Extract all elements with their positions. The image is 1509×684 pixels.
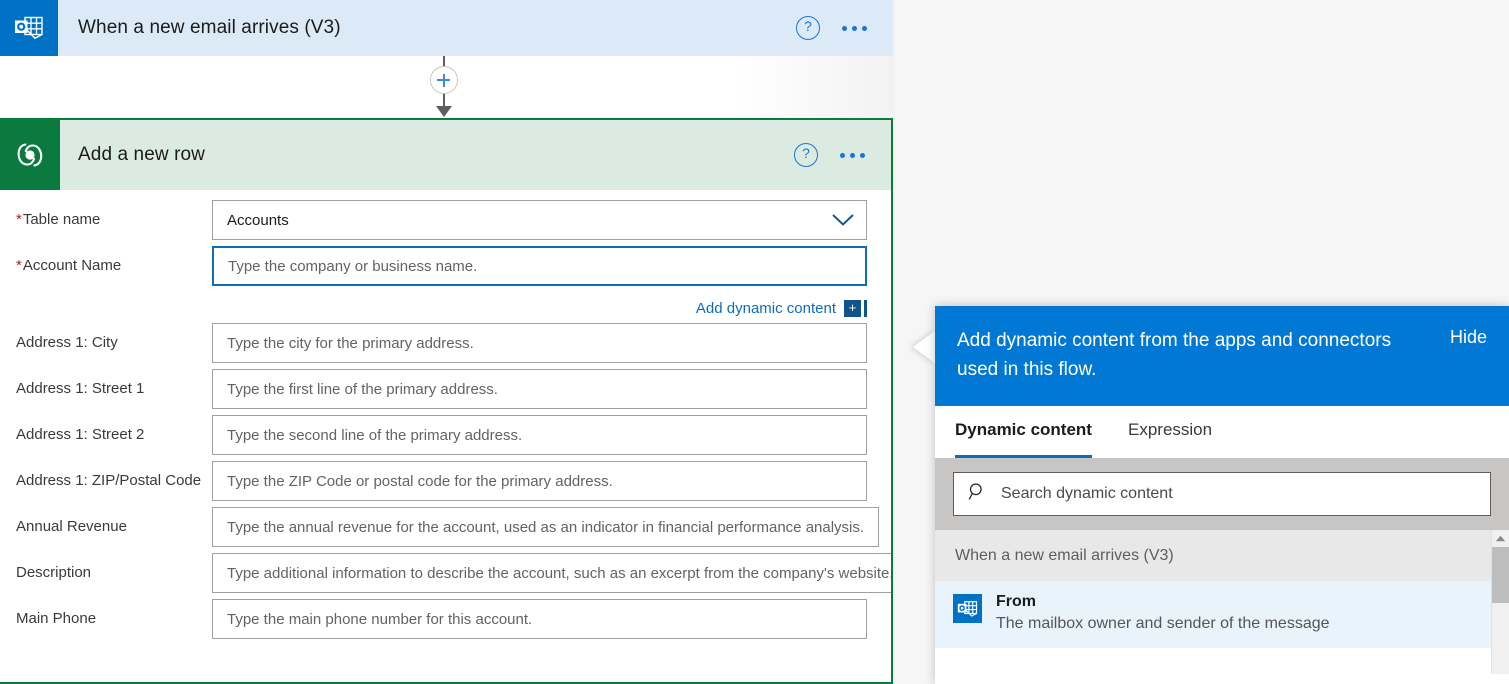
field-label-annual-revenue: Annual Revenue	[16, 507, 212, 537]
search-icon	[968, 482, 987, 506]
list-item-description: The mailbox owner and sender of the mess…	[996, 612, 1330, 636]
address-street-2-input[interactable]: Type the second line of the primary addr…	[212, 415, 867, 455]
field-control: Type the first line of the primary addre…	[212, 369, 867, 409]
form-row: Address 1: City Type the city for the pr…	[0, 323, 891, 363]
flyout-header-text: Add dynamic content from the apps and co…	[957, 326, 1412, 384]
form-row: Description Type additional information …	[0, 553, 891, 593]
field-label-address-city: Address 1: City	[16, 323, 212, 353]
dataverse-icon	[0, 120, 60, 190]
form-row: *Table name Accounts	[0, 200, 891, 240]
flow-canvas: When a new email arrives (V3) ?	[0, 0, 895, 684]
dynamic-content-flyout: Add dynamic content from the apps and co…	[935, 306, 1509, 684]
field-label-address-street-2: Address 1: Street 2	[16, 415, 212, 445]
search-zone: Search dynamic content	[935, 458, 1509, 530]
step-connector	[430, 56, 458, 120]
field-control: Type the ZIP Code or postal code for the…	[212, 461, 867, 501]
add-step-icon[interactable]	[430, 66, 458, 94]
main-phone-input[interactable]: Type the main phone number for this acco…	[212, 599, 867, 639]
field-control: Type the city for the primary address.	[212, 323, 867, 363]
action-card-title: Add a new row	[60, 144, 794, 166]
connector-arrow-icon	[436, 106, 452, 117]
field-control: Type additional information to describe …	[212, 553, 891, 593]
field-control: Type the company or business name.	[212, 246, 867, 286]
action-card-header[interactable]: Add a new row ?	[0, 120, 891, 190]
field-control: Type the main phone number for this acco…	[212, 599, 867, 639]
tab-dynamic-content[interactable]: Dynamic content	[955, 420, 1092, 458]
flyout-header: Add dynamic content from the apps and co…	[935, 306, 1509, 406]
search-box[interactable]: Search dynamic content	[953, 472, 1491, 516]
dynamic-content-list: When a new email arrives (V3)	[935, 530, 1509, 648]
add-dynamic-content-plus-icon[interactable]: +	[844, 300, 861, 317]
form-row: Address 1: ZIP/Postal Code Type the ZIP …	[0, 461, 891, 501]
scrollbar-thumb[interactable]	[1492, 547, 1509, 603]
flyout-pointer-icon	[913, 330, 936, 364]
form-row: Address 1: Street 1 Type the first line …	[0, 369, 891, 409]
required-marker: *	[16, 211, 22, 228]
address-city-input[interactable]: Type the city for the primary address.	[212, 323, 867, 363]
action-form: *Table name Accounts *Account Name Type …	[0, 190, 891, 684]
field-control: Type the second line of the primary addr…	[212, 415, 867, 455]
form-row: Annual Revenue Type the annual revenue f…	[0, 507, 891, 547]
list-item-title: From	[996, 591, 1330, 612]
field-label-main-phone: Main Phone	[16, 599, 212, 629]
more-options-icon[interactable]	[842, 26, 867, 31]
trigger-card[interactable]: When a new email arrives (V3) ?	[0, 0, 893, 56]
trigger-card-title: When a new email arrives (V3)	[58, 17, 796, 39]
address-zip-input[interactable]: Type the ZIP Code or postal code for the…	[212, 461, 867, 501]
description-input[interactable]: Type additional information to describe …	[212, 553, 891, 593]
add-dynamic-content-link[interactable]: Add dynamic content	[696, 300, 836, 317]
vertical-scrollbar[interactable]	[1491, 530, 1509, 674]
form-row: Address 1: Street 2 Type the second line…	[0, 415, 891, 455]
action-card-actions: ?	[794, 143, 891, 167]
dynamic-content-group-header: When a new email arrives (V3)	[935, 530, 1509, 581]
add-dynamic-content-row: Add dynamic content +	[0, 292, 891, 321]
outlook-icon	[953, 594, 982, 623]
add-dynamic-content-caret-icon	[864, 300, 867, 317]
tab-expression[interactable]: Expression	[1128, 420, 1212, 458]
list-item-text: From The mailbox owner and sender of the…	[996, 591, 1330, 636]
action-card: Add a new row ? *Table name Accounts	[0, 118, 893, 684]
help-icon[interactable]: ?	[796, 16, 820, 40]
field-label-address-zip: Address 1: ZIP/Postal Code	[16, 461, 212, 491]
field-control: Type the annual revenue for the account,…	[212, 507, 879, 547]
account-name-input[interactable]: Type the company or business name.	[212, 246, 867, 286]
scroll-up-icon[interactable]	[1492, 530, 1509, 547]
help-icon[interactable]: ?	[794, 143, 818, 167]
field-label-table-name: *Table name	[16, 200, 212, 230]
flow-designer-screen: When a new email arrives (V3) ?	[0, 0, 1509, 684]
required-marker: *	[16, 257, 22, 274]
flyout-tabs: Dynamic content Expression	[935, 406, 1509, 458]
form-row: Main Phone Type the main phone number fo…	[0, 599, 891, 639]
field-label-description: Description	[16, 553, 212, 583]
outlook-icon	[0, 0, 58, 56]
trigger-card-actions: ?	[796, 16, 893, 40]
address-street-1-input[interactable]: Type the first line of the primary addre…	[212, 369, 867, 409]
form-row: *Account Name Type the company or busine…	[0, 246, 891, 286]
search-input[interactable]: Search dynamic content	[1001, 485, 1173, 503]
hide-flyout-button[interactable]: Hide	[1450, 326, 1487, 348]
more-options-icon[interactable]	[840, 153, 865, 158]
field-label-account-name: *Account Name	[16, 246, 212, 276]
table-name-combobox[interactable]: Accounts	[212, 200, 867, 240]
list-item[interactable]: From The mailbox owner and sender of the…	[935, 581, 1509, 648]
field-label-address-street-1: Address 1: Street 1	[16, 369, 212, 399]
annual-revenue-input[interactable]: Type the annual revenue for the account,…	[212, 507, 879, 547]
field-control: Accounts	[212, 200, 867, 240]
